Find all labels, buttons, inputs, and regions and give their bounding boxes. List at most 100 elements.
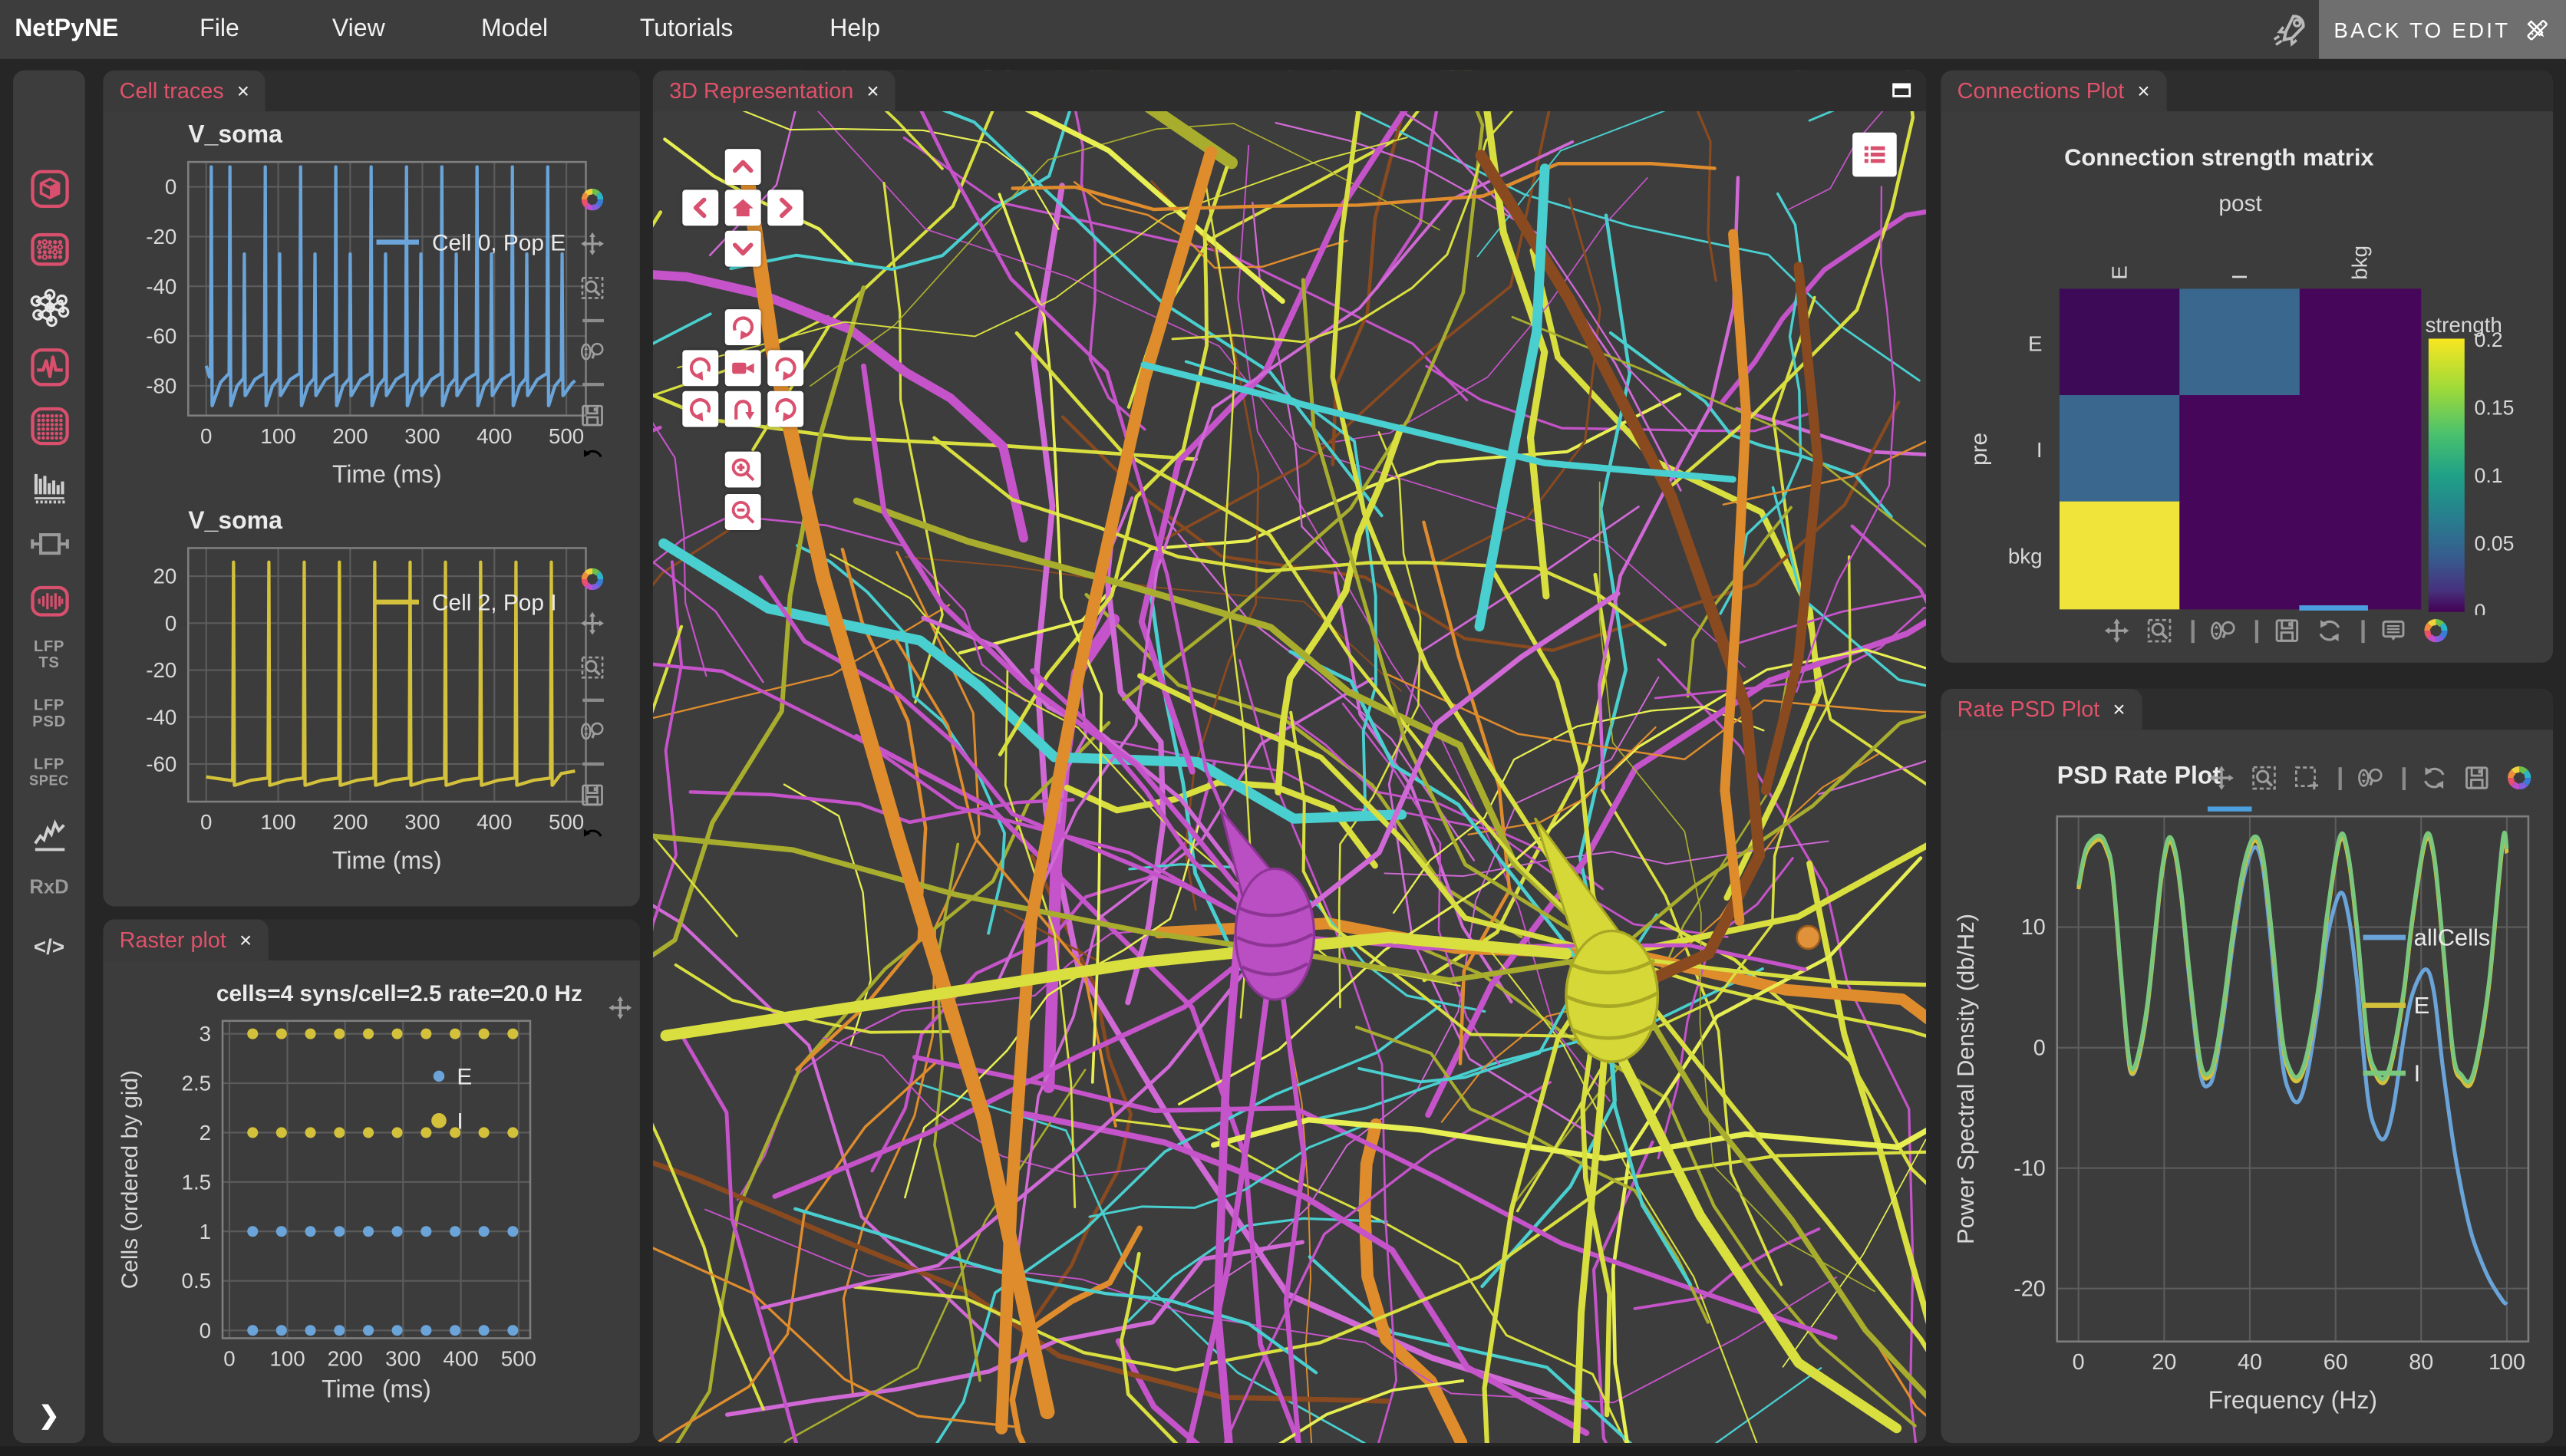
plotly-logo-icon[interactable] xyxy=(2505,764,2533,792)
box-zoom-icon[interactable] xyxy=(2145,617,2173,644)
menu-tutorials[interactable]: Tutorials xyxy=(640,0,733,59)
svg-text:0: 0 xyxy=(200,1319,211,1342)
close-icon[interactable]: × xyxy=(2137,80,2149,101)
svg-text:Power Spectral Density (db/Hz): Power Spectral Density (db/Hz) xyxy=(1952,914,1979,1244)
sidebar-item-3d-cube[interactable] xyxy=(13,167,85,212)
rotate-cw-right-button[interactable] xyxy=(767,350,803,386)
rate-psd-modebar xyxy=(2208,764,2548,792)
roll-cw-button[interactable] xyxy=(767,391,803,427)
plotly-logo-icon[interactable] xyxy=(579,566,605,592)
zoom-lenses-icon[interactable] xyxy=(579,338,605,364)
sidebar-item-dense-grid[interactable] xyxy=(13,404,85,449)
sidebar-item-grid-sync[interactable] xyxy=(13,522,85,566)
divider xyxy=(2361,619,2364,642)
refresh-icon[interactable] xyxy=(2420,764,2448,792)
save-icon[interactable] xyxy=(579,782,605,808)
zoom-in-button[interactable] xyxy=(725,452,761,488)
neuron-3d-scene[interactable] xyxy=(653,71,1926,1443)
menu-model[interactable]: Model xyxy=(481,0,548,59)
connections-tab[interactable]: Connections Plot × xyxy=(1941,71,2166,111)
svg-text:-10: -10 xyxy=(2014,1156,2046,1181)
refresh-icon[interactable] xyxy=(2316,617,2343,644)
svg-text:0.15: 0.15 xyxy=(2475,397,2515,420)
svg-text:40: 40 xyxy=(2238,1350,2262,1375)
reset-axes-icon[interactable] xyxy=(579,446,605,461)
box-select-icon[interactable] xyxy=(2293,764,2320,792)
cell-traces-tab[interactable]: Cell traces × xyxy=(103,71,266,111)
sidebar-expand-chevron[interactable]: ❯ xyxy=(13,1401,85,1430)
rotate-ccw-left-button[interactable] xyxy=(682,350,718,386)
save-icon[interactable] xyxy=(579,403,605,429)
close-icon[interactable]: × xyxy=(2112,699,2125,720)
menu-help[interactable]: Help xyxy=(829,0,880,59)
sidebar-item-cell-traces[interactable] xyxy=(13,345,85,390)
svg-text:0.1: 0.1 xyxy=(2475,464,2503,487)
svg-text:Time (ms): Time (ms) xyxy=(332,846,442,874)
home-view-button[interactable] xyxy=(725,189,761,226)
box-zoom-icon[interactable] xyxy=(579,275,605,301)
sidebar-item-lfp-wave[interactable] xyxy=(13,579,85,624)
legend-list-button[interactable] xyxy=(1852,133,1897,177)
pulse-trace-icon xyxy=(27,345,71,390)
plotly-logo-icon[interactable] xyxy=(579,186,605,212)
close-icon[interactable]: × xyxy=(866,80,879,101)
pan-icon[interactable] xyxy=(607,995,633,1021)
sidebar-item-lfp-ts[interactable]: LFPTS xyxy=(13,640,85,674)
pan-left-button[interactable] xyxy=(682,189,718,226)
pan-down-button[interactable] xyxy=(725,231,761,267)
camera-button[interactable] xyxy=(725,350,761,386)
pan-icon[interactable] xyxy=(2103,617,2130,644)
close-icon[interactable]: × xyxy=(239,929,252,950)
back-to-edit-button[interactable]: BACK TO EDIT xyxy=(2319,0,2566,59)
rocket-icon[interactable] xyxy=(2268,8,2310,51)
sidebar-item-network[interactable] xyxy=(13,286,85,331)
rate-psd-tab[interactable]: Rate PSD Plot × xyxy=(1941,689,2142,730)
svg-text:-60: -60 xyxy=(146,324,176,348)
maximize-icon[interactable] xyxy=(1888,78,1915,101)
pan-up-button[interactable] xyxy=(725,149,761,185)
uturn-rotate-button[interactable] xyxy=(725,391,761,427)
representation-3d-tab[interactable]: 3D Representation × xyxy=(653,71,895,111)
sidebar-item-spike-histogram[interactable] xyxy=(13,463,85,508)
comment-icon[interactable] xyxy=(2380,617,2407,644)
save-icon[interactable] xyxy=(2463,764,2491,792)
zoom-lenses-icon[interactable] xyxy=(579,718,605,744)
zoom-lenses-icon[interactable] xyxy=(2357,764,2384,792)
reset-axes-icon[interactable] xyxy=(579,826,605,841)
svg-text:300: 300 xyxy=(385,1347,421,1371)
svg-text:0: 0 xyxy=(165,611,176,635)
svg-text:0.2: 0.2 xyxy=(2475,328,2503,351)
save-icon[interactable] xyxy=(2273,617,2300,644)
menu-file[interactable]: File xyxy=(200,0,239,59)
pan-icon[interactable] xyxy=(579,231,605,257)
pan-icon[interactable] xyxy=(2208,764,2235,792)
raster-tab[interactable]: Raster plot × xyxy=(103,920,268,960)
sidebar-item-code[interactable]: </> xyxy=(13,934,85,959)
sidebar-item-rxd[interactable]: RxD xyxy=(13,875,85,898)
roll-ccw-button[interactable] xyxy=(682,391,718,427)
connections-panel: Connections Plot × Connection strength m… xyxy=(1941,71,2553,663)
sidebar-item-lfp-psd[interactable]: LFPPSD xyxy=(13,699,85,733)
psd-plot-title: PSD Rate Plot xyxy=(2057,763,2221,790)
close-icon[interactable]: × xyxy=(237,80,249,101)
svg-text:Cell 2, Pop I: Cell 2, Pop I xyxy=(432,590,557,615)
menu-view[interactable]: View xyxy=(332,0,385,59)
zoom-lenses-icon[interactable] xyxy=(2209,617,2237,644)
sidebar-item-lfp-spec[interactable]: LFPSPEC xyxy=(13,757,85,789)
pan-icon[interactable] xyxy=(579,610,605,636)
divider xyxy=(2192,619,2195,642)
zoom-out-button[interactable] xyxy=(725,494,761,530)
sidebar-item-dot-matrix[interactable] xyxy=(13,227,85,272)
box-zoom-icon[interactable] xyxy=(579,654,605,680)
vsoma-i-chart: V_soma0100200300400500200-20-40-60Cell 2… xyxy=(114,499,635,899)
svg-text:bkg: bkg xyxy=(2008,545,2043,568)
sidebar-item-line-chart[interactable] xyxy=(13,813,85,858)
pan-right-button[interactable] xyxy=(767,189,803,226)
plotly-logo-icon[interactable] xyxy=(2422,617,2449,644)
box-zoom-icon[interactable] xyxy=(2250,764,2277,792)
svg-text:0: 0 xyxy=(2033,1036,2046,1060)
rotate-cw-button[interactable] xyxy=(725,309,761,345)
svg-text:V_soma: V_soma xyxy=(188,120,282,148)
svg-text:400: 400 xyxy=(477,424,512,448)
svg-text:0.05: 0.05 xyxy=(2475,532,2515,555)
